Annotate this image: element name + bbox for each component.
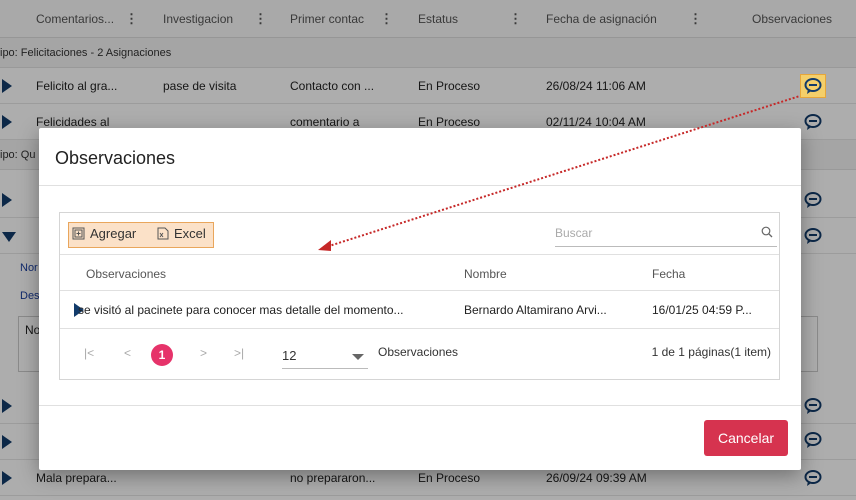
- page-size-value: 12: [282, 348, 297, 363]
- divider: [39, 405, 801, 406]
- excel-icon: [157, 227, 169, 240]
- page-info: 1 de 1 páginas(1 item): [651, 345, 771, 359]
- excel-export-button[interactable]: Excel: [156, 226, 206, 241]
- chevron-down-icon: [352, 354, 364, 360]
- add-button[interactable]: Agregar: [72, 226, 136, 241]
- dialog-title: Observaciones: [55, 148, 176, 168]
- page-size-label: Observaciones: [378, 345, 459, 359]
- add-icon: [72, 227, 85, 240]
- cancel-button[interactable]: Cancelar: [704, 420, 788, 456]
- search-box: [555, 219, 777, 247]
- cell-fecha: 16/01/25 04:59 P...: [652, 303, 752, 317]
- observations-grid: Agregar Excel Observaciones Nombre Fecha…: [59, 212, 780, 380]
- search-icon[interactable]: [761, 226, 773, 238]
- cell-nombre: Bernardo Altamirano Arvi...: [464, 303, 607, 317]
- grid-header: Observaciones Nombre Fecha: [60, 255, 779, 291]
- observations-dialog: Observaciones Agregar Excel Observacione…: [39, 128, 801, 470]
- col-header-observaciones[interactable]: Observaciones: [86, 267, 166, 281]
- add-label: Agregar: [90, 226, 137, 241]
- divider: [39, 185, 801, 186]
- last-page-button[interactable]: >|: [234, 346, 244, 360]
- excel-label: Excel: [174, 226, 206, 241]
- page-size-select[interactable]: 12: [282, 341, 368, 369]
- table-row[interactable]: se visitó al pacinete para conocer mas d…: [60, 291, 779, 329]
- prev-page-button[interactable]: <: [124, 346, 131, 360]
- col-header-fecha[interactable]: Fecha: [652, 267, 685, 281]
- observations-chat-icon[interactable]: [803, 76, 823, 96]
- current-page-button[interactable]: 1: [151, 344, 173, 366]
- search-input[interactable]: [555, 221, 745, 245]
- col-header-nombre[interactable]: Nombre: [464, 267, 507, 281]
- first-page-button[interactable]: |<: [84, 346, 94, 360]
- pager: |< < 1 > >| 12 Observaciones 1 de 1 pági…: [60, 329, 779, 379]
- cell-observacion: se visitó al pacinete para conocer mas d…: [78, 303, 404, 317]
- next-page-button[interactable]: >: [200, 346, 207, 360]
- grid-toolbar: Agregar Excel: [60, 213, 779, 255]
